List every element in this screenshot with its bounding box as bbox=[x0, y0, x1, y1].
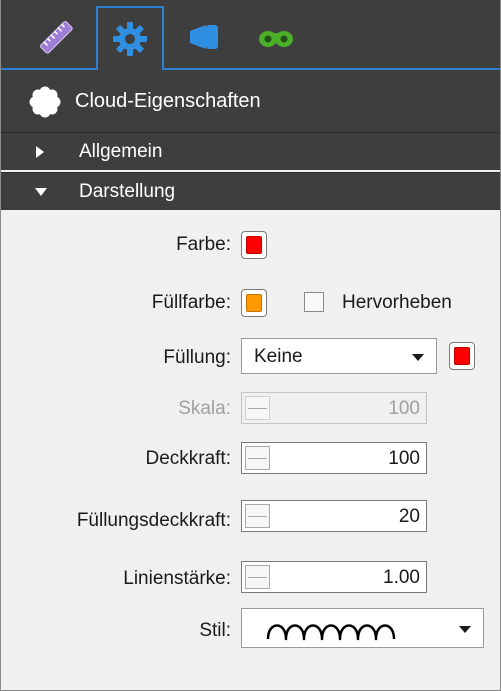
fuellfarbe-swatch bbox=[246, 294, 262, 312]
deckkraft-label: Deckkraft: bbox=[145, 448, 231, 469]
deckkraft-spinner[interactable]: 100 bbox=[241, 442, 427, 474]
linienstaerke-label: Linienstärke: bbox=[123, 568, 231, 589]
farbe-label: Farbe: bbox=[176, 234, 231, 255]
fuellung-dropdown[interactable]: Keine bbox=[241, 338, 437, 374]
skala-spinner[interactable]: 100 bbox=[241, 392, 427, 424]
fuellfarbe-color-button[interactable] bbox=[241, 289, 267, 317]
skala-spin-buttons[interactable] bbox=[245, 396, 270, 420]
tab-measure[interactable] bbox=[25, 6, 87, 68]
chevron-right-icon bbox=[36, 146, 44, 158]
farbe-color-button[interactable] bbox=[241, 231, 267, 259]
linienstaerke-spin-buttons[interactable] bbox=[245, 565, 270, 589]
fuellungsdeckkraft-spin-buttons[interactable] bbox=[245, 504, 270, 528]
fuellungsdeckkraft-value: 20 bbox=[398, 506, 420, 527]
binoculars-icon bbox=[259, 31, 293, 47]
fuellung-color-button[interactable] bbox=[449, 342, 475, 370]
tab-bar bbox=[1, 0, 500, 70]
panel-header: Cloud-Eigenschaften bbox=[1, 70, 500, 132]
tab-search[interactable] bbox=[245, 6, 307, 68]
cloud-line-style-icon bbox=[266, 624, 396, 641]
fuellungsdeckkraft-label: Füllungsdeckkraft: bbox=[76, 510, 231, 531]
stil-label: Stil: bbox=[199, 620, 231, 641]
deckkraft-value: 100 bbox=[388, 448, 420, 469]
cloud-icon bbox=[29, 86, 61, 118]
linienstaerke-spinner[interactable]: 1.00 bbox=[241, 561, 427, 593]
fuellung-value: Keine bbox=[254, 346, 303, 367]
panel-title: Cloud-Eigenschaften bbox=[75, 90, 261, 112]
tab-callout[interactable] bbox=[173, 6, 235, 68]
chevron-down-icon bbox=[459, 626, 471, 633]
properties-panel: Cloud-Eigenschaften Allgemein Darstellun… bbox=[0, 0, 501, 691]
section-allgemein-label: Allgemein bbox=[79, 141, 163, 162]
section-darstellung[interactable]: Darstellung bbox=[1, 172, 500, 210]
fuellung-swatch bbox=[454, 347, 470, 365]
callout-icon bbox=[190, 25, 218, 49]
hervorheben-checkbox[interactable] bbox=[304, 292, 324, 312]
linienstaerke-value: 1.00 bbox=[383, 567, 420, 588]
section-allgemein[interactable]: Allgemein bbox=[1, 132, 500, 170]
tab-settings[interactable] bbox=[96, 6, 164, 70]
fuellfarbe-label: Füllfarbe: bbox=[151, 292, 231, 313]
chevron-down-icon bbox=[35, 188, 47, 196]
ruler-icon bbox=[40, 21, 73, 54]
fuellungsdeckkraft-spinner[interactable]: 20 bbox=[241, 500, 427, 532]
deckkraft-spin-buttons[interactable] bbox=[245, 446, 270, 470]
section-darstellung-label: Darstellung bbox=[79, 181, 176, 202]
stil-dropdown[interactable] bbox=[241, 608, 484, 648]
skala-value: 100 bbox=[388, 398, 420, 419]
hervorheben-label: Hervorheben bbox=[342, 292, 452, 313]
chevron-down-icon bbox=[412, 354, 424, 361]
farbe-swatch bbox=[246, 236, 262, 254]
fuellung-label: Füllung: bbox=[163, 347, 231, 368]
skala-label: Skala: bbox=[178, 398, 231, 419]
gear-icon bbox=[113, 22, 147, 56]
